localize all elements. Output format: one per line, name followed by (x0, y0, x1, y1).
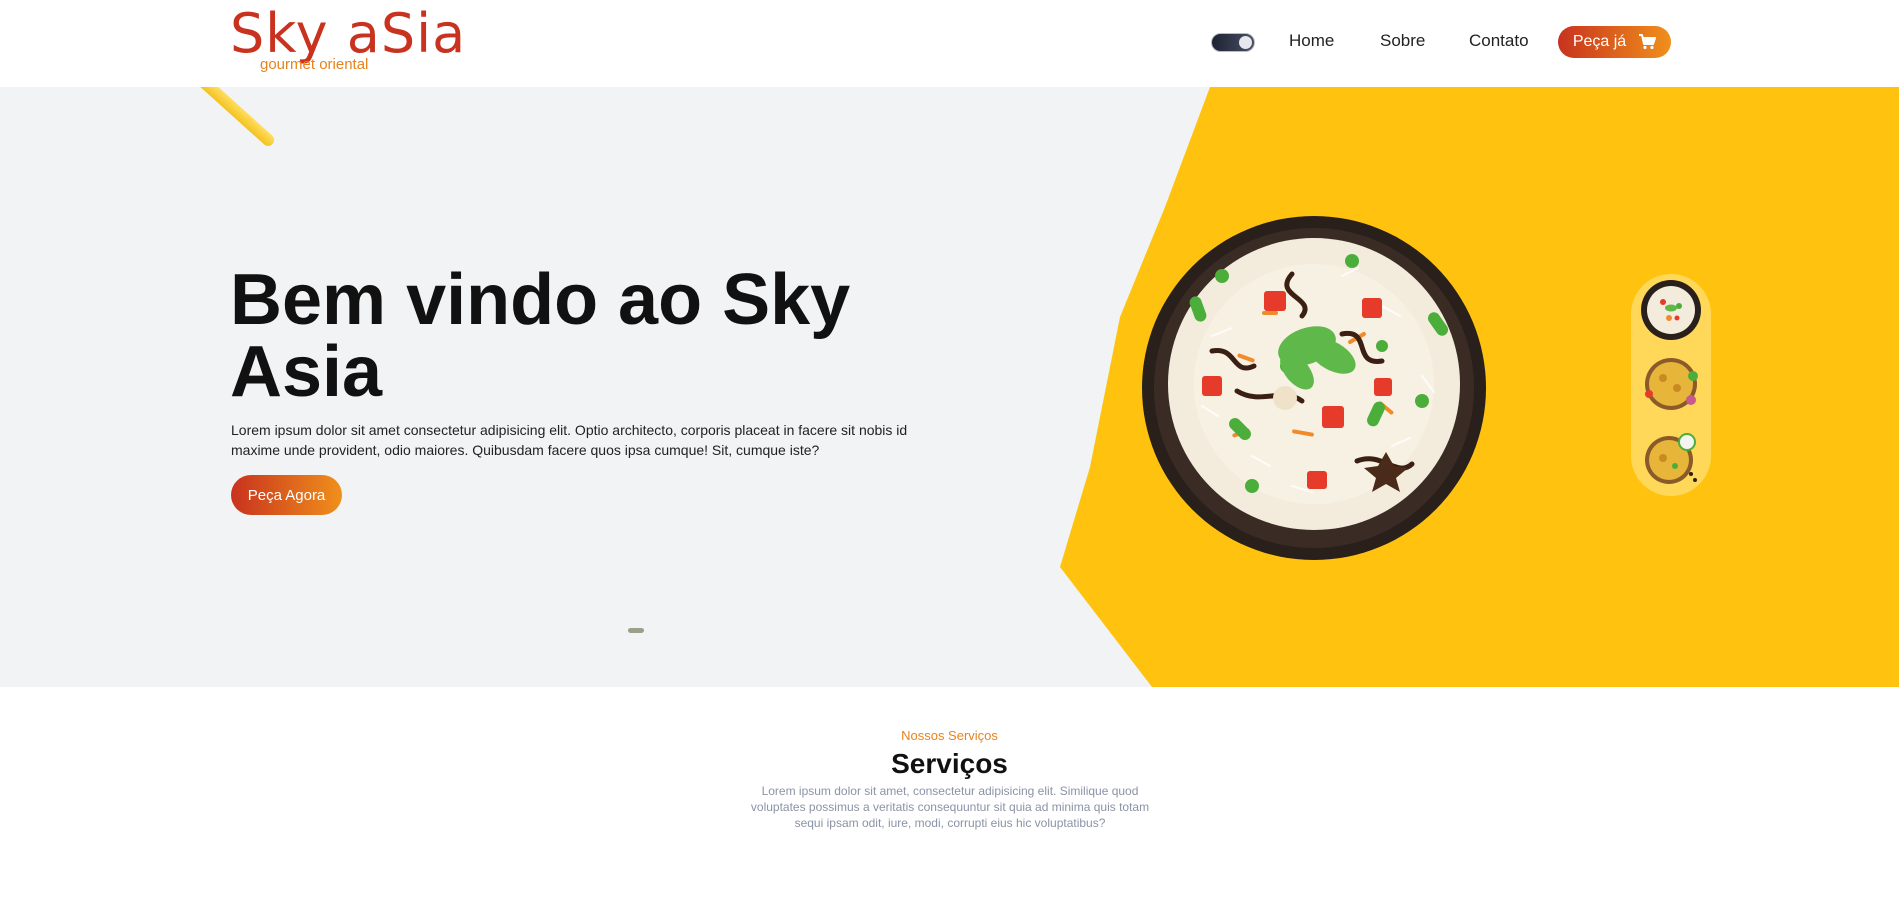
dish-thumbnail-1[interactable] (1641, 280, 1701, 340)
nav-home[interactable]: Home (1289, 31, 1334, 51)
nav-contato[interactable]: Contato (1469, 31, 1529, 51)
order-button[interactable]: Peça já (1558, 26, 1671, 58)
rice-grain-decoration (628, 628, 644, 633)
cart-icon (1638, 34, 1657, 50)
hero-title: Bem vindo ao Sky Asia (230, 260, 851, 412)
order-button-label: Peça já (1572, 33, 1627, 50)
theme-toggle[interactable] (1211, 33, 1255, 52)
nav-sobre[interactable]: Sobre (1380, 31, 1425, 51)
hero-description: Lorem ipsum dolor sit amet consectetur a… (231, 422, 908, 458)
theme-toggle-knob (1239, 36, 1252, 49)
dish-image (1142, 216, 1486, 560)
site-header: Sky aSia gourmet oriental Home Sobre Con… (0, 0, 1899, 87)
dish-thumbnail-2[interactable] (1641, 354, 1701, 414)
hero-section: Bem vindo ao Sky Asia Lorem ipsum dolor … (0, 87, 1899, 687)
logo[interactable]: Sky aSia gourmet oriental (230, 2, 465, 78)
order-now-button[interactable]: Peça Agora (231, 475, 342, 515)
dish-thumbnail-3[interactable] (1641, 428, 1701, 488)
logo-tagline: gourmet oriental (260, 56, 369, 73)
services-title: Serviços (891, 748, 1008, 779)
dish-thumbnail-strip (1631, 274, 1711, 496)
services-kicker: Nossos Serviços (901, 728, 998, 743)
services-description: Lorem ipsum dolor sit amet, consectetur … (750, 784, 1150, 830)
